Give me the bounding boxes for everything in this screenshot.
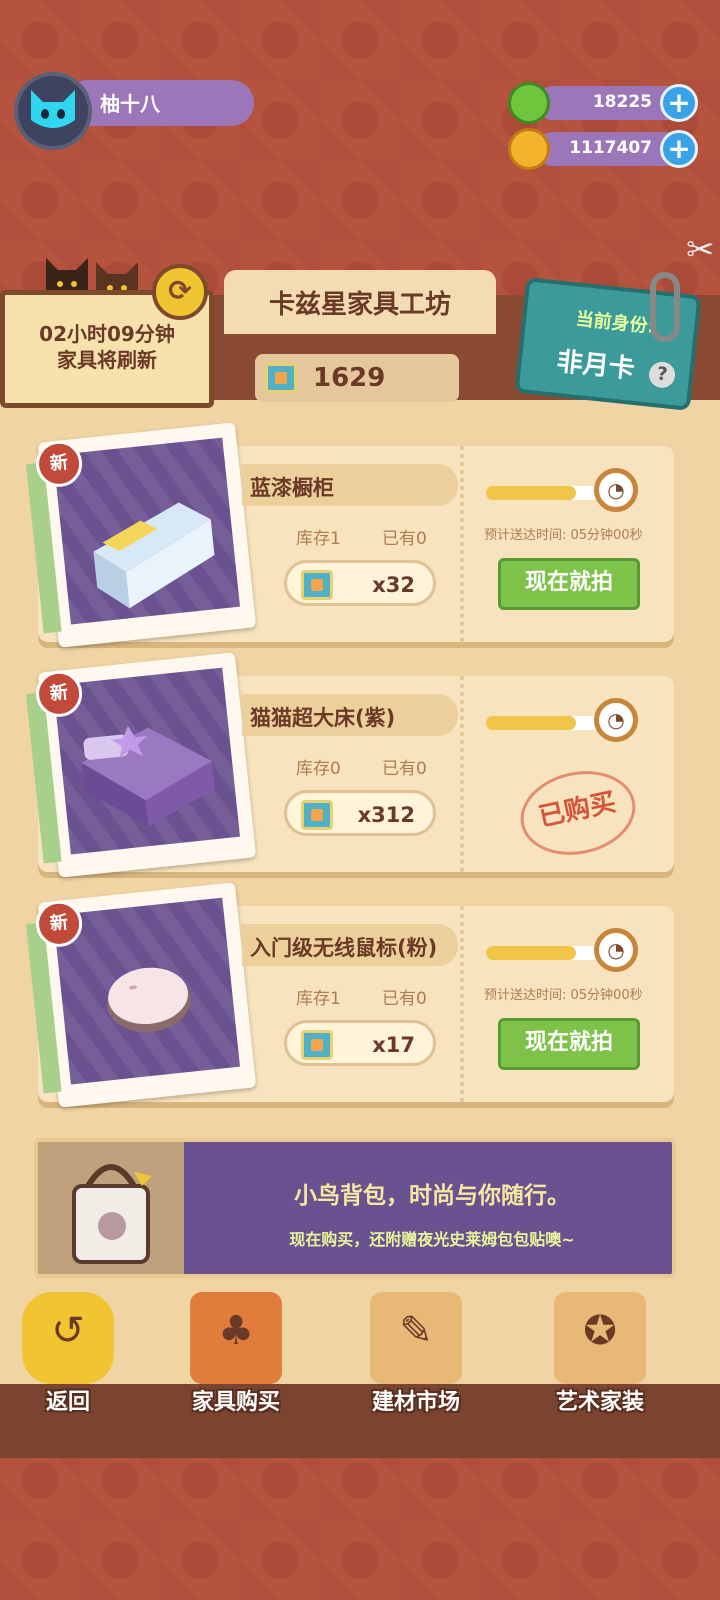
scissors-icon[interactable]: ✂ — [686, 230, 715, 270]
price-tag: x312 — [284, 790, 436, 836]
gem-count: 18225 — [592, 92, 652, 112]
banner-headline: 小鸟背包，时尚与你随行。 — [294, 1183, 570, 1209]
ticket-icon — [301, 570, 333, 600]
currency-gem: 18225 + — [508, 82, 698, 124]
item-stock: 库存0 — [296, 759, 341, 779]
add-coin-button[interactable]: + — [660, 130, 698, 168]
nav-furniture-label: 家具购买 — [191, 1390, 280, 1415]
price-tag: x32 — [284, 560, 436, 606]
clock-icon: ◔ — [594, 698, 638, 742]
nav-materials[interactable]: ✎ 建材市场 — [356, 1292, 476, 1424]
nav-furniture[interactable]: ♣ 家具购买 — [176, 1292, 296, 1424]
delivery-progress — [486, 486, 606, 500]
coin-icon — [508, 128, 550, 170]
promo-banner[interactable]: 小鸟背包，时尚与你随行。 现在购买，还附赠夜光史莱姆包包贴噢~ — [34, 1138, 676, 1278]
buy-now-button[interactable]: 现在就拍 — [498, 1018, 640, 1070]
gem-icon — [508, 82, 550, 124]
item-owned: 已有0 — [382, 759, 427, 779]
refresh-label: 家具将刷新 — [57, 348, 157, 372]
item-price: x312 — [357, 803, 415, 827]
refresh-icon[interactable]: ⟳ — [152, 264, 208, 320]
item-name: 入门级无线鼠标(粉) — [250, 936, 438, 960]
nav-art-decor[interactable]: ✪ 艺术家装 — [540, 1292, 660, 1424]
star-icon: ✪ — [583, 1308, 617, 1354]
price-tag: x17 — [284, 1020, 436, 1066]
nav-back-label: 返回 — [45, 1390, 90, 1415]
shop-title-tab: 卡兹星家具工坊 — [224, 270, 496, 334]
delivery-eta: 预计送达时间: 05分钟00秒 — [484, 528, 643, 543]
item-photo: 新 — [25, 422, 257, 648]
item-photo: 新 — [25, 882, 257, 1108]
item-stock: 库存1 — [296, 529, 341, 549]
item-card: 新 入门级无线鼠标(粉) 库存1 已有0 x17 ◔ 预计送达时间: 05分钟0… — [25, 882, 674, 1108]
ticket-icon — [265, 363, 297, 393]
ticket-points: 1629 — [255, 354, 459, 402]
item-name: 蓝漆橱柜 — [250, 476, 334, 500]
refresh-time: 02小时09分钟 — [39, 322, 175, 346]
player-name: 柚十八 — [100, 92, 160, 116]
bird-bag-image — [38, 1142, 184, 1274]
item-name: 猫猫超大床(紫) — [250, 706, 396, 730]
ticket-icon — [301, 800, 333, 830]
identity-value: 非月卡 — [555, 346, 637, 385]
delivery-progress — [486, 716, 606, 730]
paper-clip-icon — [650, 272, 680, 342]
item-price: x17 — [372, 1033, 415, 1057]
delivery-eta: 预计送达时间: 05分钟00秒 — [484, 988, 643, 1003]
item-owned: 已有0 — [382, 989, 427, 1009]
nav-back[interactable]: ↺ 返回 — [8, 1292, 128, 1424]
cat-face-icon — [31, 90, 75, 128]
add-gem-button[interactable]: + — [660, 84, 698, 122]
clock-icon: ◔ — [594, 928, 638, 972]
ticket-icon — [301, 1030, 333, 1060]
coin-count: 1117407 — [569, 138, 652, 158]
delivery-progress — [486, 946, 606, 960]
item-photo: 新 — [25, 652, 257, 878]
back-icon: ↺ — [51, 1308, 85, 1354]
nav-art-decor-label: 艺术家装 — [555, 1390, 644, 1415]
nav-materials-label: 建材市场 — [371, 1390, 460, 1415]
furniture-icon: ♣ — [218, 1308, 254, 1354]
brush-icon: ✎ — [399, 1308, 433, 1354]
points-value: 1629 — [313, 363, 386, 393]
item-card: 新 猫猫超大床(紫) 库存0 已有0 x312 ◔ 已购买 — [25, 652, 674, 878]
shop-title: 卡兹星家具工坊 — [268, 290, 451, 320]
player-profile[interactable]: 柚十八 — [14, 72, 254, 150]
item-price: x32 — [372, 573, 415, 597]
item-stock: 库存1 — [296, 989, 341, 1009]
item-card: 新 蓝漆橱柜 库存1 已有0 x32 ◔ 预计送达时间: 05分钟00秒 现在就… — [25, 422, 674, 648]
banner-subtext: 现在购买，还附赠夜光史莱姆包包贴噢~ — [289, 1230, 575, 1249]
buy-now-button[interactable]: 现在就拍 — [498, 558, 640, 610]
clock-icon: ◔ — [594, 468, 638, 512]
currency-coin: 1117407 + — [508, 128, 698, 170]
item-owned: 已有0 — [382, 529, 427, 549]
avatar[interactable] — [14, 72, 92, 150]
